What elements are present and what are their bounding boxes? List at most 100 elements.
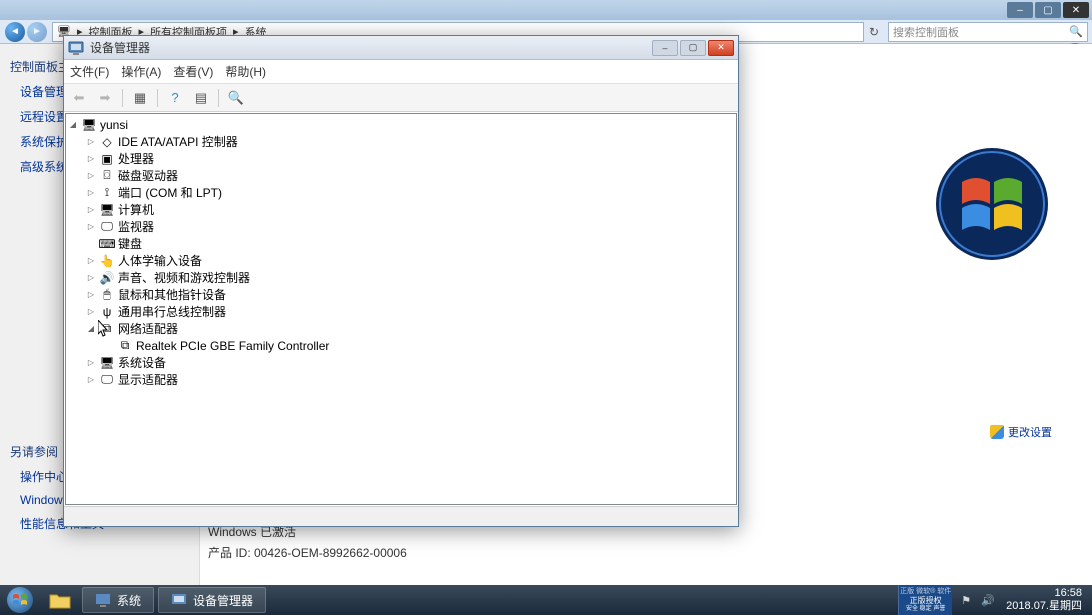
tree-category-node[interactable]: 🖥系统设备 [86, 354, 734, 371]
tree-category-node[interactable]: 🔊声音、视频和游戏控制器 [86, 269, 734, 286]
refresh-icon[interactable]: ↻ [864, 25, 884, 39]
tree-category-node[interactable]: ◇IDE ATA/ATAPI 控制器 [86, 133, 734, 150]
tree-category-label: 声音、视频和游戏控制器 [118, 269, 250, 286]
nav-back-button[interactable]: ◄ [5, 22, 25, 42]
device-category-icon: 👆 [99, 253, 115, 269]
tree-category-label: 人体学输入设备 [118, 252, 202, 269]
tree-category-node[interactable]: ⌼磁盘驱动器 [86, 167, 734, 184]
tree-root-node[interactable]: 🖥yunsi [68, 116, 734, 133]
search-icon: 🔍 [1069, 25, 1083, 38]
maximize-button[interactable]: ▢ [1035, 2, 1061, 18]
expand-icon[interactable] [86, 187, 96, 198]
tree-root-label: yunsi [100, 118, 128, 132]
expand-icon[interactable] [86, 357, 96, 368]
shield-icon [990, 425, 1004, 439]
tree-category-node[interactable]: 🖥计算机 [86, 201, 734, 218]
expand-icon[interactable] [86, 153, 96, 164]
computer-icon: 🖥 [81, 117, 97, 133]
tree-category-node[interactable]: 🖵显示适配器 [86, 371, 734, 388]
tree-category-node[interactable]: ⟟端口 (COM 和 LPT) [86, 184, 734, 201]
taskbar-task-system[interactable]: 系统 [82, 587, 154, 613]
expand-icon[interactable] [86, 204, 96, 215]
nav-forward-button[interactable]: ► [27, 22, 47, 42]
start-button[interactable] [0, 585, 40, 615]
device-manager-titlebar[interactable]: 设备管理器 – ▢ ✕ [64, 36, 738, 60]
tree-category-label: 鼠标和其他指针设备 [118, 286, 226, 303]
toolbar-forward-button[interactable]: ➡ [94, 87, 116, 109]
tree-device-label: Realtek PCIe GBE Family Controller [136, 339, 329, 353]
expand-icon[interactable] [86, 255, 96, 266]
tree-category-label: 网络适配器 [118, 320, 178, 337]
tree-category-label: 磁盘驱动器 [118, 167, 178, 184]
expand-icon[interactable] [68, 119, 78, 130]
expand-icon[interactable] [86, 221, 96, 232]
toolbar-properties-button[interactable]: ▤ [190, 87, 212, 109]
toolbar-show-hide-button[interactable]: ▦ [129, 87, 151, 109]
device-category-icon: 🔊 [99, 270, 115, 286]
expand-icon[interactable] [86, 374, 96, 385]
tray-volume-icon[interactable]: 🔊 [980, 592, 996, 608]
tree-category-label: IDE ATA/ATAPI 控制器 [118, 133, 238, 150]
clock-time: 16:58 [1006, 587, 1082, 600]
windows-logo-icon [932, 144, 1052, 264]
device-tree[interactable]: 🖥yunsi◇IDE ATA/ATAPI 控制器▣处理器⌼磁盘驱动器⟟端口 (C… [65, 113, 737, 505]
tree-category-label: 通用串行总线控制器 [118, 303, 226, 320]
genuine-badge[interactable]: 正版 微软® 软件 正版授权 安全 稳定 声誉 [898, 585, 952, 615]
search-placeholder: 搜索控制面板 [893, 24, 959, 40]
menu-action[interactable]: 操作(A) [121, 63, 161, 80]
expand-icon[interactable] [86, 289, 96, 300]
menu-file[interactable]: 文件(F) [70, 63, 109, 80]
taskbar: 系统 设备管理器 正版 微软® 软件 正版授权 安全 稳定 声誉 ⚑ 🔊 16:… [0, 585, 1092, 615]
device-category-icon: ◇ [99, 134, 115, 150]
control-panel-titlebar: – ▢ ✕ [0, 0, 1092, 20]
expand-icon[interactable] [86, 272, 96, 283]
device-manager-title: 设备管理器 [90, 39, 652, 56]
minimize-button[interactable]: – [1007, 2, 1033, 18]
device-category-icon: 🖥 [99, 202, 115, 218]
tree-category-node[interactable]: 👆人体学输入设备 [86, 252, 734, 269]
change-settings-link[interactable]: 更改设置 [990, 424, 1052, 440]
expand-icon[interactable] [86, 136, 96, 147]
device-category-icon: 🖵 [99, 372, 115, 388]
toolbar-back-button[interactable]: ⬅ [68, 87, 90, 109]
tree-category-node[interactable]: ⧉网络适配器 [86, 320, 734, 337]
taskbar-task-label: 设备管理器 [193, 592, 253, 609]
device-manager-menubar: 文件(F) 操作(A) 查看(V) 帮助(H) [64, 60, 738, 84]
system-tray: 正版 微软® 软件 正版授权 安全 稳定 声誉 ⚑ 🔊 16:58 2018.0… [898, 585, 1092, 615]
nav-buttons: ◄ ► [0, 20, 52, 44]
tree-category-label: 处理器 [118, 150, 154, 167]
search-input[interactable]: 搜索控制面板 🔍 [888, 22, 1088, 42]
tree-category-label: 计算机 [118, 201, 154, 218]
taskbar-pin-explorer[interactable] [40, 585, 80, 615]
dm-minimize-button[interactable]: – [652, 40, 678, 56]
device-category-icon: ▣ [99, 151, 115, 167]
device-category-icon: ⧉ [99, 321, 115, 337]
toolbar-help-button[interactable]: ? [164, 87, 186, 109]
taskbar-clock[interactable]: 16:58 2018.07.星期四 [1002, 587, 1086, 613]
tree-device-node[interactable]: ⧉Realtek PCIe GBE Family Controller [104, 337, 734, 354]
dm-close-button[interactable]: ✕ [708, 40, 734, 56]
tree-category-node[interactable]: 🖵监视器 [86, 218, 734, 235]
tray-flag-icon[interactable]: ⚑ [958, 592, 974, 608]
tree-category-label: 端口 (COM 和 LPT) [118, 184, 222, 201]
dm-maximize-button[interactable]: ▢ [680, 40, 706, 56]
tree-category-node[interactable]: ▣处理器 [86, 150, 734, 167]
expand-icon[interactable] [86, 170, 96, 181]
toolbar-scan-button[interactable]: 🔍 [225, 87, 247, 109]
device-category-icon: ⌨ [99, 236, 115, 252]
tree-category-node[interactable]: ψ通用串行总线控制器 [86, 303, 734, 320]
device-category-icon: ψ [99, 304, 115, 320]
tree-category-label: 监视器 [118, 218, 154, 235]
expand-icon[interactable] [86, 306, 96, 317]
tree-category-node[interactable]: 🖱鼠标和其他指针设备 [86, 286, 734, 303]
close-button[interactable]: ✕ [1063, 2, 1089, 18]
product-id-line: 产品 ID: 00426-OEM-8992662-00006 [208, 544, 407, 561]
device-manager-window: 设备管理器 – ▢ ✕ 文件(F) 操作(A) 查看(V) 帮助(H) ⬅ ➡ … [63, 35, 739, 527]
tree-category-node[interactable]: ⌨键盘 [86, 235, 734, 252]
menu-help[interactable]: 帮助(H) [225, 63, 266, 80]
taskbar-task-device-manager[interactable]: 设备管理器 [158, 587, 266, 613]
device-category-icon: 🖵 [99, 219, 115, 235]
tree-category-label: 键盘 [118, 235, 142, 252]
expand-icon[interactable] [86, 323, 96, 334]
menu-view[interactable]: 查看(V) [173, 63, 213, 80]
